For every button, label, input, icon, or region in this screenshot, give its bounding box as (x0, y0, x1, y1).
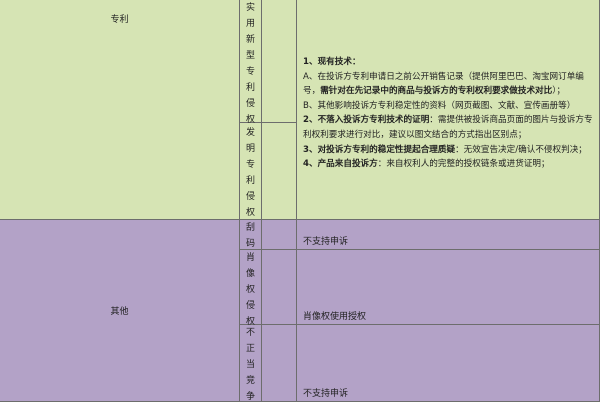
category-patent-label: 专利 (110, 15, 129, 25)
type-unfair-competition-spacer (262, 325, 297, 402)
patent-requirements: 1、现有技术： A、在投诉方专利申请日之前公开销售记录（提供阿里巴巴、淘宝网订单… (297, 0, 600, 220)
type-utility-patent: 实 用 新 型 专 利 侵 权 (240, 0, 262, 125)
type-unfair-competition: 不 正 当 竞 争 (240, 325, 262, 402)
type-utility-spacer (262, 0, 297, 123)
req-from-complainant: 4、产品来自投诉方：来自权利人的完整的授权链条或进货证明； (303, 159, 550, 170)
category-other: 其他 (0, 220, 240, 402)
req-existing-tech-b: B、其他影响投诉方专利稳定性的资料（网页截图、文献、宣传画册等） (303, 100, 576, 111)
type-portrait-rights-spacer (262, 250, 297, 325)
type-code-scraping-spacer (262, 220, 297, 250)
category-other-label: 其他 (110, 307, 129, 317)
req-existing-tech-a: A、在投诉方专利申请日之前公开销售记录（提供阿里巴巴、淘宝网订单编号，需针对在先… (303, 71, 584, 97)
type-invention-patent: 发 明 专 利 侵 权 (240, 123, 262, 220)
type-invention-spacer (262, 123, 297, 220)
unfair-competition-requirement: 不支持申诉 (297, 325, 600, 402)
req-non-infringement: 2、不落入投诉方专利技术的证明：需提供被投诉商品页面的图片与投诉方专利权利要求进… (303, 115, 593, 140)
portrait-rights-requirement: 肖像权使用授权 (297, 250, 600, 325)
category-patent: 专利 (0, 0, 240, 220)
requirements-table: 专利 实 用 新 型 专 利 侵 权 发 明 专 利 侵 权 1、现有技术： A… (0, 0, 600, 402)
code-scraping-requirement: 不支持申诉 (297, 220, 600, 250)
req-existing-tech-title: 1、现有技术： (303, 57, 361, 67)
req-stability-challenge: 3、对投诉方专利的稳定性提起合理质疑：无效宣告决定/确认不侵权判决； (303, 144, 587, 155)
type-portrait-rights: 肖 像 权 侵 权 (240, 250, 262, 327)
type-code-scraping: 刮 码 (240, 220, 262, 250)
